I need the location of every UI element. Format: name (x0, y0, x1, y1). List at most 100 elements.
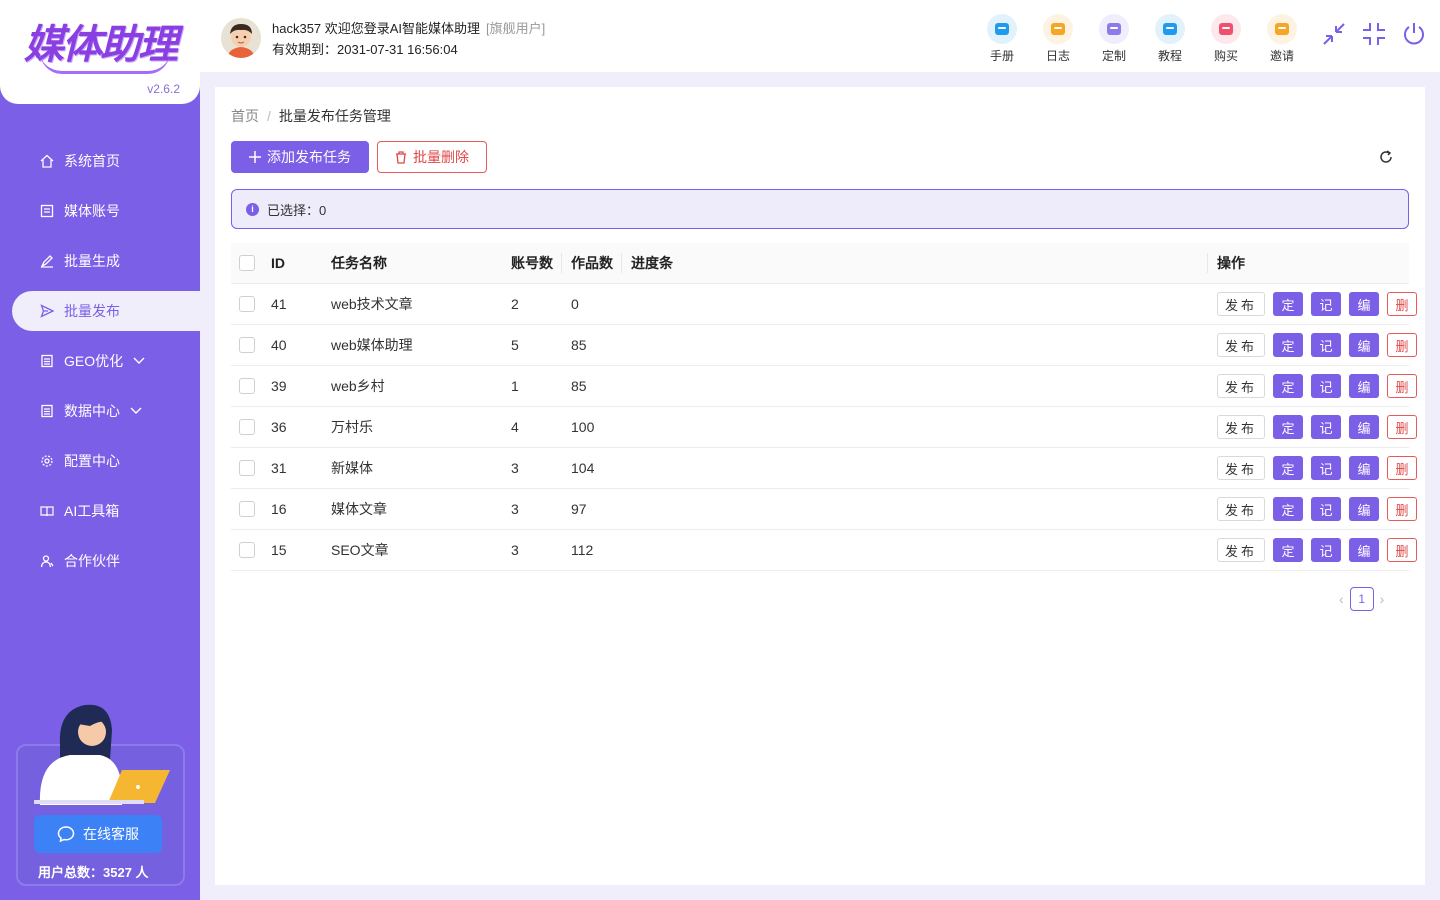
tool-manual[interactable]: 手册 (974, 14, 1030, 64)
sidebar-item-label: GEO优化 (64, 353, 124, 369)
edit-button[interactable]: 编 (1349, 456, 1379, 480)
table-row: 36 万村乐 4 100 发布定记编删 (231, 407, 1417, 448)
prev-page-button[interactable]: ‹ (1339, 591, 1344, 607)
tool-invite[interactable]: 邀请 (1254, 14, 1310, 64)
manual-icon (987, 14, 1017, 44)
table-header-row: ID 任务名称 账号数 作品数 进度条 操作 (231, 243, 1409, 284)
record-button[interactable]: 记 (1311, 538, 1341, 562)
edit-button[interactable]: 编 (1349, 538, 1379, 562)
sidebar-item-8[interactable]: 合作伙伴 (0, 541, 200, 581)
refresh-icon[interactable] (1378, 149, 1394, 168)
row-checkbox[interactable] (239, 448, 255, 488)
col-header-works: 作品数 (571, 255, 613, 271)
publish-button[interactable]: 发布 (1217, 333, 1265, 357)
tool-purchase[interactable]: 购买 (1198, 14, 1254, 64)
collapse-icon[interactable] (1314, 20, 1354, 48)
schedule-button[interactable]: 定 (1273, 415, 1303, 439)
schedule-button[interactable]: 定 (1273, 374, 1303, 398)
row-checkbox[interactable] (239, 407, 255, 447)
publish-button[interactable]: 发布 (1217, 374, 1265, 398)
delete-button[interactable]: 删 (1387, 292, 1417, 316)
online-service-button[interactable]: 在线客服 (34, 815, 162, 853)
record-button[interactable]: 记 (1311, 456, 1341, 480)
edit-button[interactable]: 编 (1349, 333, 1379, 357)
cell-works: 85 (571, 378, 587, 394)
power-icon[interactable] (1394, 20, 1434, 48)
tool-custom[interactable]: 定制 (1086, 14, 1142, 64)
batch-delete-button[interactable]: 批量删除 (377, 141, 487, 173)
sidebar-item-4[interactable]: GEO优化 (0, 341, 200, 381)
next-page-button[interactable]: › (1380, 591, 1385, 607)
record-button[interactable]: 记 (1311, 292, 1341, 316)
record-button[interactable]: 记 (1311, 374, 1341, 398)
row-checkbox[interactable] (239, 284, 255, 324)
cell-id: 36 (271, 419, 287, 435)
sidebar-item-label: 合作伙伴 (64, 553, 120, 569)
delete-button[interactable]: 删 (1387, 415, 1417, 439)
row-actions: 发布定记编删 (1217, 448, 1417, 488)
pagination: ‹ 1 › (1339, 587, 1384, 611)
delete-button[interactable]: 删 (1387, 538, 1417, 562)
sidebar-item-label: 配置中心 (64, 453, 120, 469)
tool-label: 日志 (1045, 49, 1070, 63)
cell-name: web媒体助理 (331, 337, 413, 353)
sidebar-item-2[interactable]: 批量生成 (0, 241, 200, 281)
add-task-button[interactable]: 添加发布任务 (231, 141, 369, 173)
publish-button[interactable]: 发布 (1217, 292, 1265, 316)
breadcrumb-home[interactable]: 首页 (231, 108, 259, 124)
sidebar-item-1[interactable]: 媒体账号 (0, 191, 200, 231)
row-checkbox[interactable] (239, 530, 255, 570)
sidebar-item-7[interactable]: AI工具箱 (0, 491, 200, 531)
row-actions: 发布定记编删 (1217, 530, 1417, 570)
purchase-icon (1211, 14, 1241, 44)
main-card: 首页 / 批量发布任务管理 添加发布任务 批量删除 i 已选择：0 ID 任务名称 … (215, 87, 1425, 885)
cell-id: 39 (271, 378, 287, 394)
tool-log[interactable]: 日志 (1030, 14, 1086, 64)
edit-button[interactable]: 编 (1349, 415, 1379, 439)
row-checkbox[interactable] (239, 489, 255, 529)
sidebar-item-3[interactable]: 批量发布 (12, 291, 200, 331)
publish-button[interactable]: 发布 (1217, 456, 1265, 480)
fullscreen-exit-icon[interactable] (1354, 20, 1394, 48)
schedule-button[interactable]: 定 (1273, 497, 1303, 521)
delete-button[interactable]: 删 (1387, 374, 1417, 398)
publish-button[interactable]: 发布 (1217, 415, 1265, 439)
edit-button[interactable]: 编 (1349, 292, 1379, 316)
col-header-id: ID (271, 255, 285, 271)
delete-button[interactable]: 删 (1387, 497, 1417, 521)
sidebar-item-5[interactable]: 数据中心 (0, 391, 200, 431)
sidebar-item-0[interactable]: 系统首页 (0, 141, 200, 181)
logo-area: 媒体助理 v2.6.2 (0, 0, 200, 104)
sidebar-item-6[interactable]: 配置中心 (0, 441, 200, 481)
page-1-button[interactable]: 1 (1349, 587, 1374, 611)
row-checkbox[interactable] (239, 325, 255, 365)
table-row: 16 媒体文章 3 97 发布定记编删 (231, 489, 1417, 530)
edit-button[interactable]: 编 (1349, 497, 1379, 521)
publish-button[interactable]: 发布 (1217, 497, 1265, 521)
cell-name: web乡村 (331, 378, 385, 394)
record-button[interactable]: 记 (1311, 333, 1341, 357)
delete-button[interactable]: 删 (1387, 456, 1417, 480)
avatar[interactable] (221, 18, 261, 58)
schedule-button[interactable]: 定 (1273, 538, 1303, 562)
record-button[interactable]: 记 (1311, 415, 1341, 439)
schedule-button[interactable]: 定 (1273, 456, 1303, 480)
schedule-button[interactable]: 定 (1273, 333, 1303, 357)
select-all-checkbox[interactable] (239, 243, 255, 283)
sidebar-item-label: 数据中心 (64, 403, 120, 419)
delete-button[interactable]: 删 (1387, 333, 1417, 357)
edit-button[interactable]: 编 (1349, 374, 1379, 398)
info-icon: i (246, 202, 259, 216)
row-checkbox[interactable] (239, 366, 255, 406)
table-row: 41 web技术文章 2 0 发布定记编删 (231, 284, 1417, 325)
add-task-label: 添加发布任务 (267, 149, 351, 165)
record-button[interactable]: 记 (1311, 497, 1341, 521)
tool-label: 邀请 (1269, 49, 1294, 63)
tool-tutorial[interactable]: 教程 (1142, 14, 1198, 64)
cell-works: 97 (571, 501, 587, 517)
schedule-button[interactable]: 定 (1273, 292, 1303, 316)
log-icon (1043, 14, 1073, 44)
row-actions: 发布定记编删 (1217, 366, 1417, 406)
tool-label: 手册 (989, 49, 1014, 63)
publish-button[interactable]: 发布 (1217, 538, 1265, 562)
